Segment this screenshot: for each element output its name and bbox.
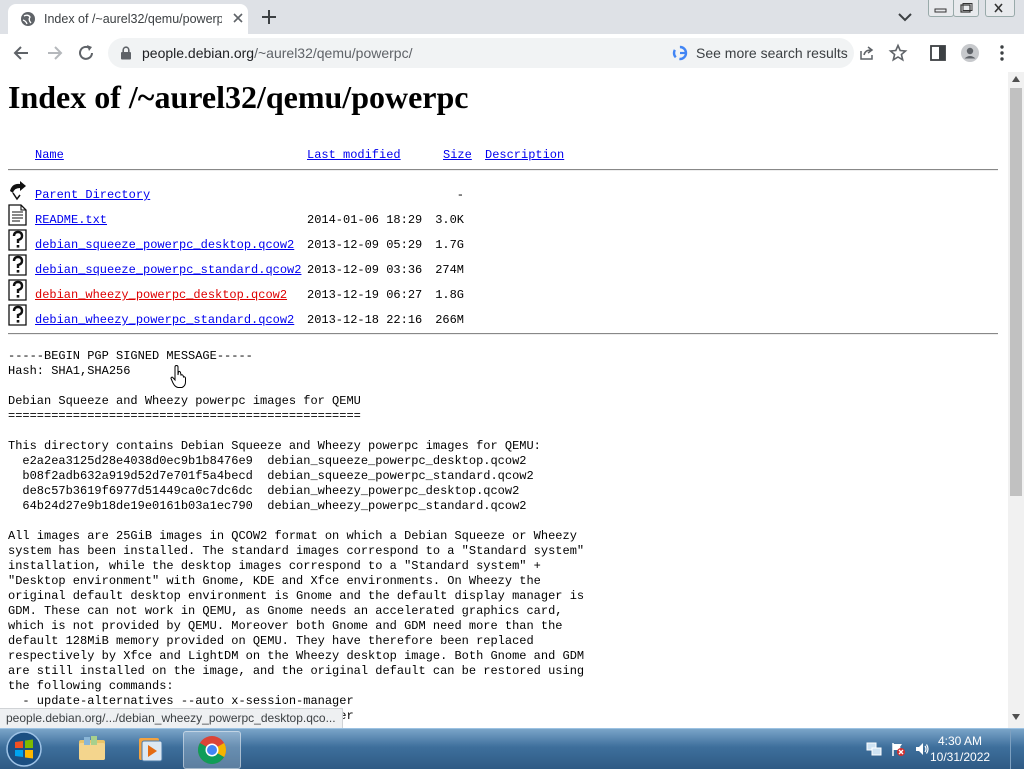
divider	[8, 333, 998, 335]
table-row: debian_squeeze_powerpc_standard.qcow2 20…	[0, 254, 1000, 285]
chrome-icon	[198, 736, 226, 764]
share-icon[interactable]	[858, 45, 876, 61]
globe-icon	[21, 12, 35, 26]
file-link[interactable]: Parent Directory	[35, 188, 150, 202]
table-row: Parent Directory -	[0, 181, 1000, 210]
start-button-icon[interactable]	[4, 730, 44, 768]
scroll-up-icon[interactable]	[1012, 76, 1020, 82]
unknown-file-icon	[8, 229, 27, 251]
hand-cursor-icon	[170, 365, 186, 388]
file-link[interactable]: debian_squeeze_powerpc_standard.qcow2	[35, 263, 301, 277]
page-content: Index of /~aurel32/qemu/powerpc Name Las…	[0, 72, 1008, 728]
file-size: 266M	[435, 313, 464, 327]
taskbar-chrome[interactable]	[183, 731, 241, 769]
speaker-icon[interactable]	[914, 741, 930, 757]
browser-tab[interactable]: Index of /~aurel32/qemu/powerpc	[8, 4, 248, 34]
back-arrow-icon[interactable]	[12, 43, 32, 63]
kebab-menu-icon[interactable]	[992, 43, 1012, 63]
back-icon	[10, 181, 26, 201]
file-size: 1.7G	[435, 238, 464, 252]
file-size: -	[456, 188, 464, 202]
close-window-button[interactable]	[985, 0, 1015, 17]
tab-title: Index of /~aurel32/qemu/powerpc	[44, 12, 222, 26]
text-file-icon	[8, 204, 27, 226]
action-center-flag-icon[interactable]	[890, 741, 906, 757]
taskbar-media-player[interactable]	[122, 731, 178, 767]
unknown-file-icon	[8, 304, 27, 326]
tab-strip: Index of /~aurel32/qemu/powerpc	[0, 0, 1024, 34]
forward-arrow-icon[interactable]	[44, 43, 64, 63]
file-size: 274M	[435, 263, 464, 277]
taskbar-explorer[interactable]	[64, 731, 120, 767]
column-header-last-modified[interactable]: Last modified	[307, 148, 401, 162]
file-link[interactable]: README.txt	[35, 213, 107, 227]
scroll-down-icon[interactable]	[1012, 714, 1020, 720]
page-title: Index of /~aurel32/qemu/powerpc	[8, 79, 469, 115]
clock-time: 4:30 AM	[937, 734, 983, 748]
show-desktop-button[interactable]	[1010, 729, 1024, 769]
new-tab-icon[interactable]	[258, 6, 280, 28]
unknown-file-icon	[8, 254, 27, 276]
table-row: debian_squeeze_powerpc_desktop.qcow2 201…	[0, 229, 1000, 260]
url-text: people.debian.org/~aurel32/qemu/powerpc/	[142, 45, 413, 61]
table-row: debian_wheezy_powerpc_standard.qcow2 201…	[0, 304, 1000, 335]
see-more-search-results-chip[interactable]: See more search results	[696, 45, 848, 61]
bookmark-star-icon[interactable]	[888, 43, 908, 63]
file-link[interactable]: debian_wheezy_powerpc_desktop.qcow2	[35, 288, 287, 302]
vertical-scrollbar[interactable]	[1008, 72, 1024, 728]
media-player-icon	[139, 738, 163, 762]
unknown-file-icon	[8, 279, 27, 301]
column-header-size[interactable]: Size	[443, 148, 472, 162]
system-clock[interactable]: 4:30 AM 10/31/2022	[930, 733, 990, 765]
folder-icon	[79, 736, 105, 760]
maximize-button[interactable]	[953, 0, 979, 17]
network-icon[interactable]	[866, 741, 882, 757]
lock-icon[interactable]	[120, 46, 132, 60]
file-link[interactable]: debian_wheezy_powerpc_standard.qcow2	[35, 313, 294, 327]
chevron-down-icon[interactable]	[896, 9, 914, 25]
column-header-name[interactable]: Name	[35, 148, 64, 162]
table-row: debian_wheezy_powerpc_desktop.qcow2 2013…	[0, 279, 1000, 310]
file-size: 3.0K	[435, 213, 464, 227]
side-panel-icon[interactable]	[928, 43, 948, 63]
taskbar: 4:30 AM 10/31/2022	[0, 728, 1024, 769]
divider	[8, 169, 998, 171]
reload-icon[interactable]	[76, 43, 96, 63]
table-row: README.txt 2014-01-06 18:29 3.0K	[0, 204, 1000, 235]
link-status-bubble: people.debian.org/.../debian_wheezy_powe…	[0, 708, 343, 729]
file-size: 1.8G	[435, 288, 464, 302]
clock-date: 10/31/2022	[930, 750, 991, 764]
profile-avatar-icon[interactable]	[960, 43, 980, 63]
close-tab-icon[interactable]	[230, 10, 246, 26]
column-header-description[interactable]: Description	[485, 148, 564, 162]
file-link[interactable]: debian_squeeze_powerpc_desktop.qcow2	[35, 238, 294, 252]
browser-toolbar: people.debian.org/~aurel32/qemu/powerpc/…	[0, 34, 1024, 73]
scrollbar-thumb[interactable]	[1010, 88, 1022, 496]
address-bar[interactable]: people.debian.org/~aurel32/qemu/powerpc/…	[108, 38, 874, 68]
minimize-button[interactable]	[928, 0, 954, 17]
readme-text: -----BEGIN PGP SIGNED MESSAGE----- Hash:…	[8, 349, 585, 723]
google-icon	[672, 45, 688, 61]
